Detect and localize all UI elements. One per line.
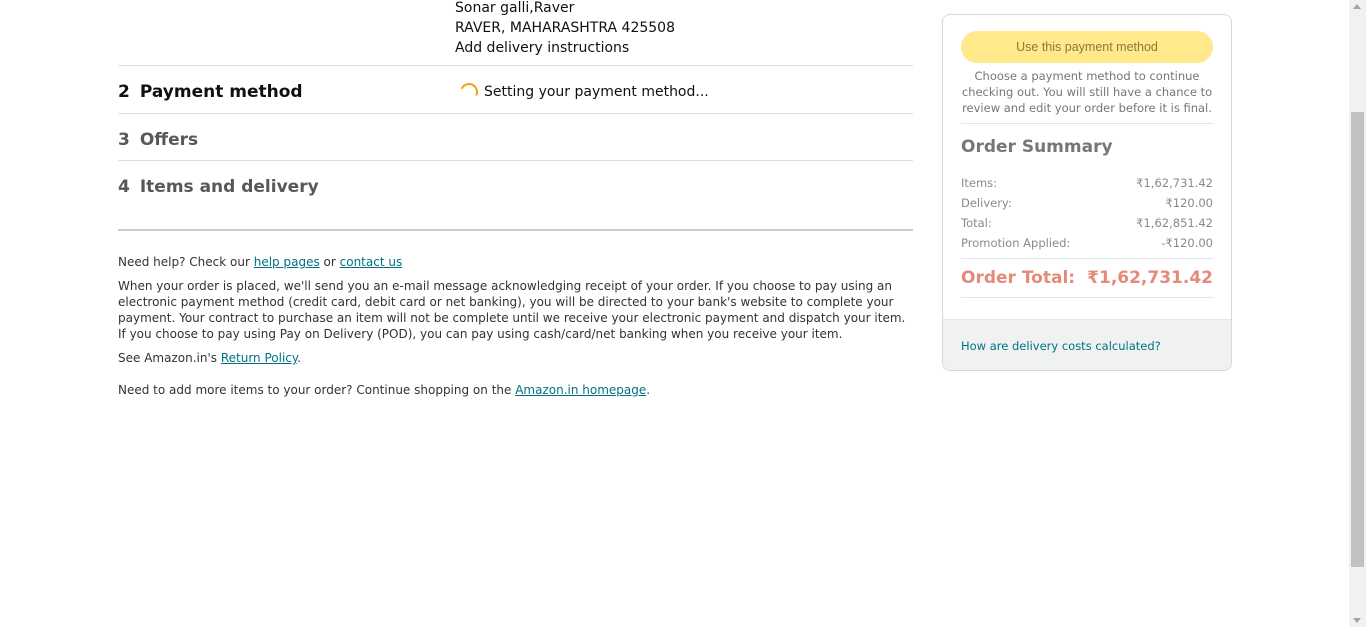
more-prefix: Need to add more items to your order? Co… (118, 383, 516, 397)
row-label: Delivery: (961, 196, 1012, 210)
row-value: ₹1,62,731.42 (1136, 176, 1213, 190)
homepage-link[interactable]: Amazon.in homepage (515, 383, 646, 397)
return-policy-text: See Amazon.in's Return Policy. (118, 350, 913, 366)
step-items-and-delivery: 4 Items and delivery (118, 175, 319, 199)
add-delivery-instructions-link[interactable]: Add delivery instructions (455, 38, 675, 58)
use-payment-method-button[interactable]: Use this payment method (961, 31, 1213, 63)
divider (961, 258, 1213, 259)
shipping-address: Sonar galli,Raver RAVER, MAHARASHTRA 425… (455, 0, 675, 58)
order-total-label: Order Total: (961, 268, 1076, 288)
row-value: -₹120.00 (1161, 236, 1213, 250)
divider (118, 65, 913, 66)
payment-loading-status: Setting your payment method... (457, 80, 709, 104)
divider (961, 297, 1213, 298)
vertical-scrollbar[interactable] (1349, 0, 1366, 627)
delivery-costs-link[interactable]: How are delivery costs calculated? (961, 339, 1161, 353)
checkout-footer: Need help? Check our help pages or conta… (118, 254, 913, 406)
order-summary-footer: How are delivery costs calculated? (943, 319, 1231, 370)
summary-row-total: Total: ₹1,62,851.42 (961, 216, 1213, 230)
payment-status-text: Setting your payment method... (484, 84, 709, 100)
divider (961, 123, 1213, 124)
row-value: ₹120.00 (1165, 196, 1213, 210)
return-policy-link[interactable]: Return Policy (221, 351, 297, 365)
summary-row-delivery: Delivery: ₹120.00 (961, 196, 1213, 210)
row-label: Total: (961, 216, 992, 230)
row-value: ₹1,62,851.42 (1136, 216, 1213, 230)
step-number: 2 (118, 82, 130, 102)
row-label: Items: (961, 176, 998, 190)
order-total: Order Total: ₹1,62,731.42 (961, 268, 1213, 288)
help-or: or (319, 255, 340, 269)
help-pages-link[interactable]: help pages (254, 255, 320, 269)
continue-shopping-text: Need to add more items to your order? Co… (118, 382, 913, 398)
help-prefix: Need help? Check our (118, 255, 254, 269)
step-label: Offers (139, 130, 199, 150)
order-summary-box: Use this payment method Choose a payment… (942, 14, 1232, 371)
scroll-down-arrow-icon[interactable] (1353, 618, 1361, 623)
section-divider (118, 229, 913, 231)
help-text: Need help? Check our help pages or conta… (118, 254, 913, 270)
step-offers: 3 Offers (118, 128, 198, 152)
address-line-2: RAVER, MAHARASHTRA 425508 (455, 20, 675, 36)
address-line-1: Sonar galli,Raver (455, 0, 575, 16)
divider (118, 113, 913, 114)
scroll-up-arrow-icon[interactable] (1353, 4, 1361, 9)
step-number: 4 (118, 177, 130, 197)
more-suffix: . (646, 383, 651, 397)
step-number: 3 (118, 130, 130, 150)
step-label: Items and delivery (139, 177, 319, 197)
return-suffix: . (297, 351, 302, 365)
loading-spinner-icon (457, 80, 481, 104)
row-label: Promotion Applied: (961, 236, 1071, 250)
step-payment-method: 2 Payment method (118, 80, 303, 104)
summary-row-items: Items: ₹1,62,731.42 (961, 176, 1213, 190)
payment-note: Choose a payment method to continue chec… (961, 69, 1213, 115)
step-label: Payment method (139, 82, 303, 102)
divider (118, 160, 913, 161)
order-summary-title: Order Summary (961, 137, 1113, 157)
contact-us-link[interactable]: contact us (340, 255, 403, 269)
order-total-value: ₹1,62,731.42 (1087, 268, 1213, 288)
return-prefix: See Amazon.in's (118, 351, 221, 365)
scrollbar-thumb[interactable] (1351, 112, 1364, 567)
order-notice: When your order is placed, we'll send yo… (118, 279, 906, 341)
summary-row-promotion: Promotion Applied: -₹120.00 (961, 236, 1213, 250)
